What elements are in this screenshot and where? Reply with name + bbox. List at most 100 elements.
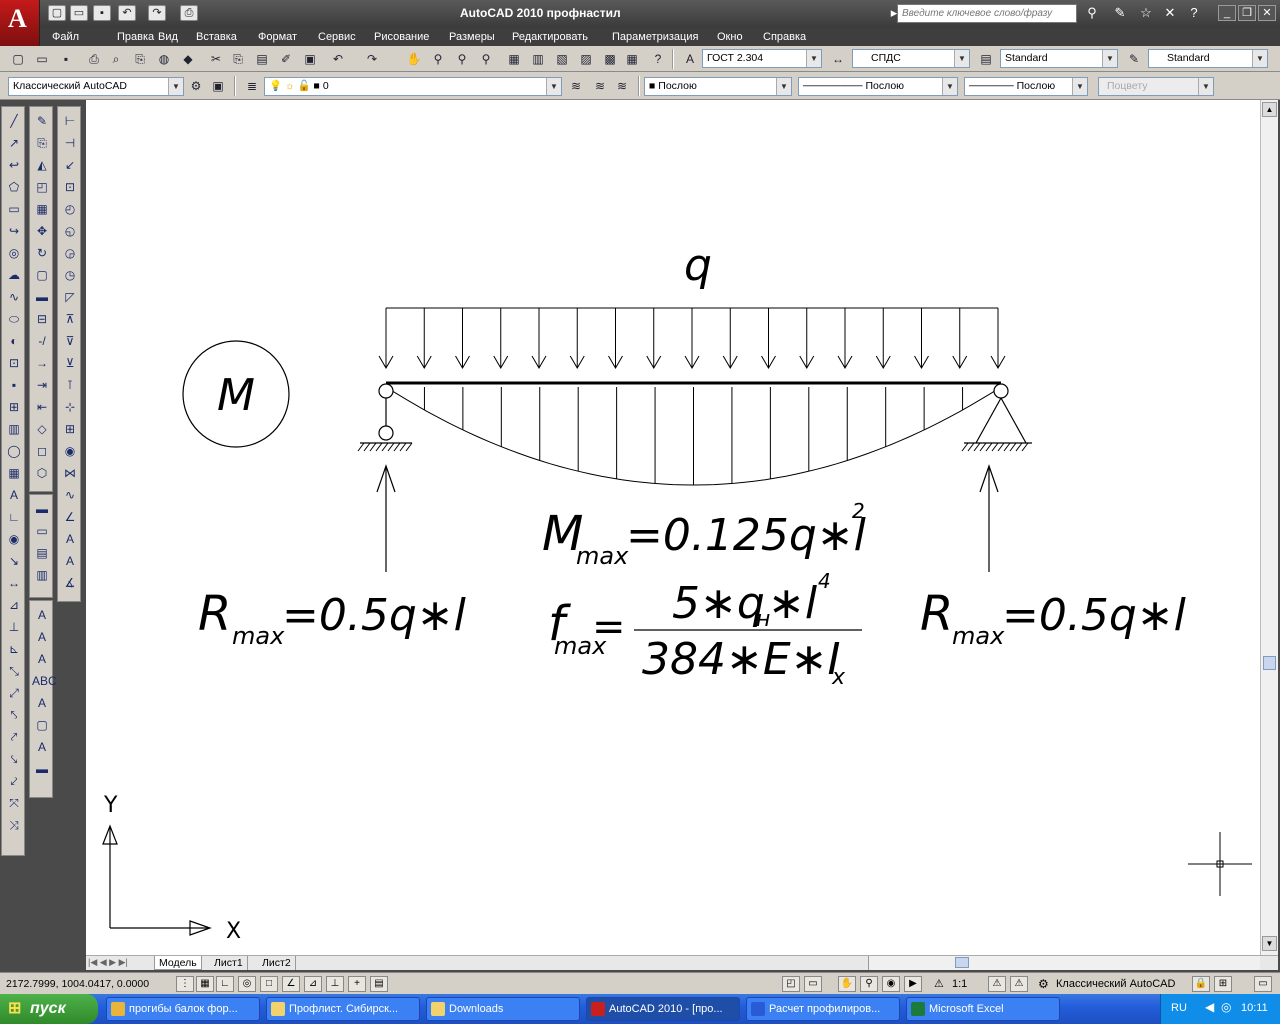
- tool-palettes-icon[interactable]: ▧: [552, 49, 572, 69]
- pal5-tool-icon-9[interactable]: ⊼: [60, 309, 80, 329]
- pal1-tool-icon-8[interactable]: ∿: [4, 287, 24, 307]
- tab-layout2[interactable]: Лист2: [258, 956, 296, 970]
- pal4-tool-icon-4[interactable]: A: [32, 693, 52, 713]
- layer-select[interactable]: 💡 ☼ 🔓 ■ 0 ▼: [264, 77, 562, 96]
- pan-status-icon[interactable]: ✋: [838, 976, 856, 992]
- save-icon[interactable]: ▪: [56, 49, 76, 69]
- pal1-tool-icon-29[interactable]: ⤥: [4, 749, 24, 769]
- pal2-tool-icon-16[interactable]: ⬡: [32, 463, 52, 483]
- tab-layout1[interactable]: Лист1: [210, 956, 248, 970]
- workspace-settings-icon[interactable]: ⚙: [186, 76, 206, 96]
- steering-wheel-icon[interactable]: ◉: [882, 976, 900, 992]
- pal1-tool-icon-11[interactable]: ⊡: [4, 353, 24, 373]
- taskbar-item-3[interactable]: AutoCAD 2010 - [про...: [586, 997, 740, 1021]
- pal5-tool-icon-21[interactable]: ∡: [60, 573, 80, 593]
- pal1-tool-icon-9[interactable]: ⬭: [4, 309, 24, 329]
- pal2-tool-icon-1[interactable]: ⎘: [32, 133, 52, 153]
- pal1-tool-icon-3[interactable]: ⬠: [4, 177, 24, 197]
- pal5-tool-icon-11[interactable]: ⊻: [60, 353, 80, 373]
- design-center-icon[interactable]: ▥: [528, 49, 548, 69]
- publish-icon[interactable]: ⎘: [130, 49, 150, 69]
- undo-icon[interactable]: ↶: [328, 49, 348, 69]
- menu-item-2[interactable]: Вид: [158, 31, 178, 43]
- tools-icon[interactable]: ✕: [1160, 5, 1180, 22]
- dim-style-icon[interactable]: ↔: [828, 49, 848, 69]
- layer-state-icon[interactable]: ≋: [612, 76, 632, 96]
- pal3-tool-icon-2[interactable]: ▤: [32, 543, 52, 563]
- open-icon[interactable]: ▭: [70, 5, 88, 21]
- pal1-tool-icon-30[interactable]: ⤦: [4, 771, 24, 791]
- pal2-tool-icon-2[interactable]: ◭: [32, 155, 52, 175]
- text-style-select[interactable]: ГОСТ 2.304 ▼: [702, 49, 822, 68]
- application-menu-button[interactable]: A: [0, 0, 40, 46]
- pal2-tool-icon-4[interactable]: ▦: [32, 199, 52, 219]
- menu-item-7[interactable]: Размеры: [449, 31, 495, 43]
- redo-icon[interactable]: ↷: [362, 49, 382, 69]
- scroll-down-icon[interactable]: ▼: [1262, 936, 1277, 951]
- pal2-tool-icon-8[interactable]: ▬: [32, 287, 52, 307]
- pal1-tool-icon-5[interactable]: ↪: [4, 221, 24, 241]
- workspace-select[interactable]: Классический AutoCAD ▼: [8, 77, 184, 96]
- pal2-tool-icon-14[interactable]: ◇: [32, 419, 52, 439]
- pal5-tool-icon-7[interactable]: ◷: [60, 265, 80, 285]
- pal1-tool-icon-26[interactable]: ⤢: [4, 683, 24, 703]
- menu-item-0[interactable]: Файл: [52, 31, 79, 43]
- model-space-icon[interactable]: ◰: [782, 976, 800, 992]
- plot-icon[interactable]: ⎙: [84, 49, 104, 69]
- grid-display-icon[interactable]: ▦: [196, 976, 214, 992]
- pal2-tool-icon-3[interactable]: ◰: [32, 177, 52, 197]
- drawing-canvas[interactable]: q M M max =0.125q∗l 2 R max =0.5q∗l R ma…: [86, 100, 1260, 955]
- pal1-tool-icon-25[interactable]: ⤡: [4, 661, 24, 681]
- polar-tracking-icon[interactable]: ◎: [238, 976, 256, 992]
- menu-item-9[interactable]: Параметризация: [612, 31, 698, 43]
- pal5-tool-icon-2[interactable]: ↙: [60, 155, 80, 175]
- paste-icon[interactable]: ▤: [252, 49, 272, 69]
- binoculars-icon[interactable]: ⚲: [1082, 5, 1102, 22]
- zoom-realtime-icon[interactable]: ⚲: [428, 49, 448, 69]
- taskbar-item-5[interactable]: Microsoft Excel: [906, 997, 1060, 1021]
- pal2-tool-icon-9[interactable]: ⊟: [32, 309, 52, 329]
- workspace-switch-icon[interactable]: ⚙: [1038, 977, 1049, 991]
- language-indicator[interactable]: RU: [1171, 1002, 1187, 1014]
- text-style-icon[interactable]: A: [680, 49, 700, 69]
- menu-item-3[interactable]: Вставка: [196, 31, 237, 43]
- pal1-tool-icon-0[interactable]: ╱: [4, 111, 24, 131]
- coordinates-readout[interactable]: 2172.7999, 1004.0417, 0.0000: [6, 978, 149, 990]
- minimize-button[interactable]: _: [1218, 5, 1236, 21]
- annotation-scale-icon[interactable]: ⚠: [934, 977, 944, 990]
- restore-button[interactable]: ❐: [1238, 5, 1256, 21]
- auto-scale-icon[interactable]: ⚠: [1010, 976, 1028, 992]
- pal2-tool-icon-6[interactable]: ↻: [32, 243, 52, 263]
- pal1-tool-icon-22[interactable]: ⊿: [4, 595, 24, 615]
- menu-item-11[interactable]: Справка: [763, 31, 806, 43]
- make-current-layer-icon[interactable]: ≋: [566, 76, 586, 96]
- pal1-tool-icon-28[interactable]: ⤤: [4, 727, 24, 747]
- help-icon[interactable]: ?: [648, 49, 668, 69]
- pal1-tool-icon-20[interactable]: ↘: [4, 551, 24, 571]
- pal4-tool-icon-6[interactable]: A: [32, 737, 52, 757]
- pal1-tool-icon-10[interactable]: ◐: [4, 331, 24, 351]
- pal1-tool-icon-14[interactable]: ▥: [4, 419, 24, 439]
- zoom-previous-icon[interactable]: ⚲: [476, 49, 496, 69]
- pal1-tool-icon-7[interactable]: ☁: [4, 265, 24, 285]
- pal1-tool-icon-1[interactable]: ↗: [4, 133, 24, 153]
- pal5-tool-icon-4[interactable]: ◴: [60, 199, 80, 219]
- pal5-tool-icon-16[interactable]: ⋈: [60, 463, 80, 483]
- pal3-tool-icon-1[interactable]: ▭: [32, 521, 52, 541]
- pal5-tool-icon-18[interactable]: ∠: [60, 507, 80, 527]
- pal1-tool-icon-2[interactable]: ↩: [4, 155, 24, 175]
- dim-style-select[interactable]: СПДС ▼: [852, 49, 970, 68]
- menu-item-1[interactable]: Правка: [117, 31, 154, 43]
- start-button[interactable]: ⊞ пуск: [0, 994, 98, 1024]
- 3d-dwf-icon[interactable]: ◍: [154, 49, 174, 69]
- pal2-tool-icon-13[interactable]: ⇤: [32, 397, 52, 417]
- clean-screen-icon[interactable]: ▭: [1254, 976, 1272, 992]
- block-editor-icon[interactable]: ▣: [300, 49, 320, 69]
- table-style-icon[interactable]: ▤: [976, 49, 996, 69]
- help-icon[interactable]: ?: [1184, 5, 1204, 22]
- calculator-icon[interactable]: ▦: [622, 49, 642, 69]
- pal2-tool-icon-7[interactable]: ▢: [32, 265, 52, 285]
- cut-icon[interactable]: ✂: [206, 49, 226, 69]
- pal1-tool-icon-13[interactable]: ⊞: [4, 397, 24, 417]
- lock-ui-icon[interactable]: 🔒: [1192, 976, 1210, 992]
